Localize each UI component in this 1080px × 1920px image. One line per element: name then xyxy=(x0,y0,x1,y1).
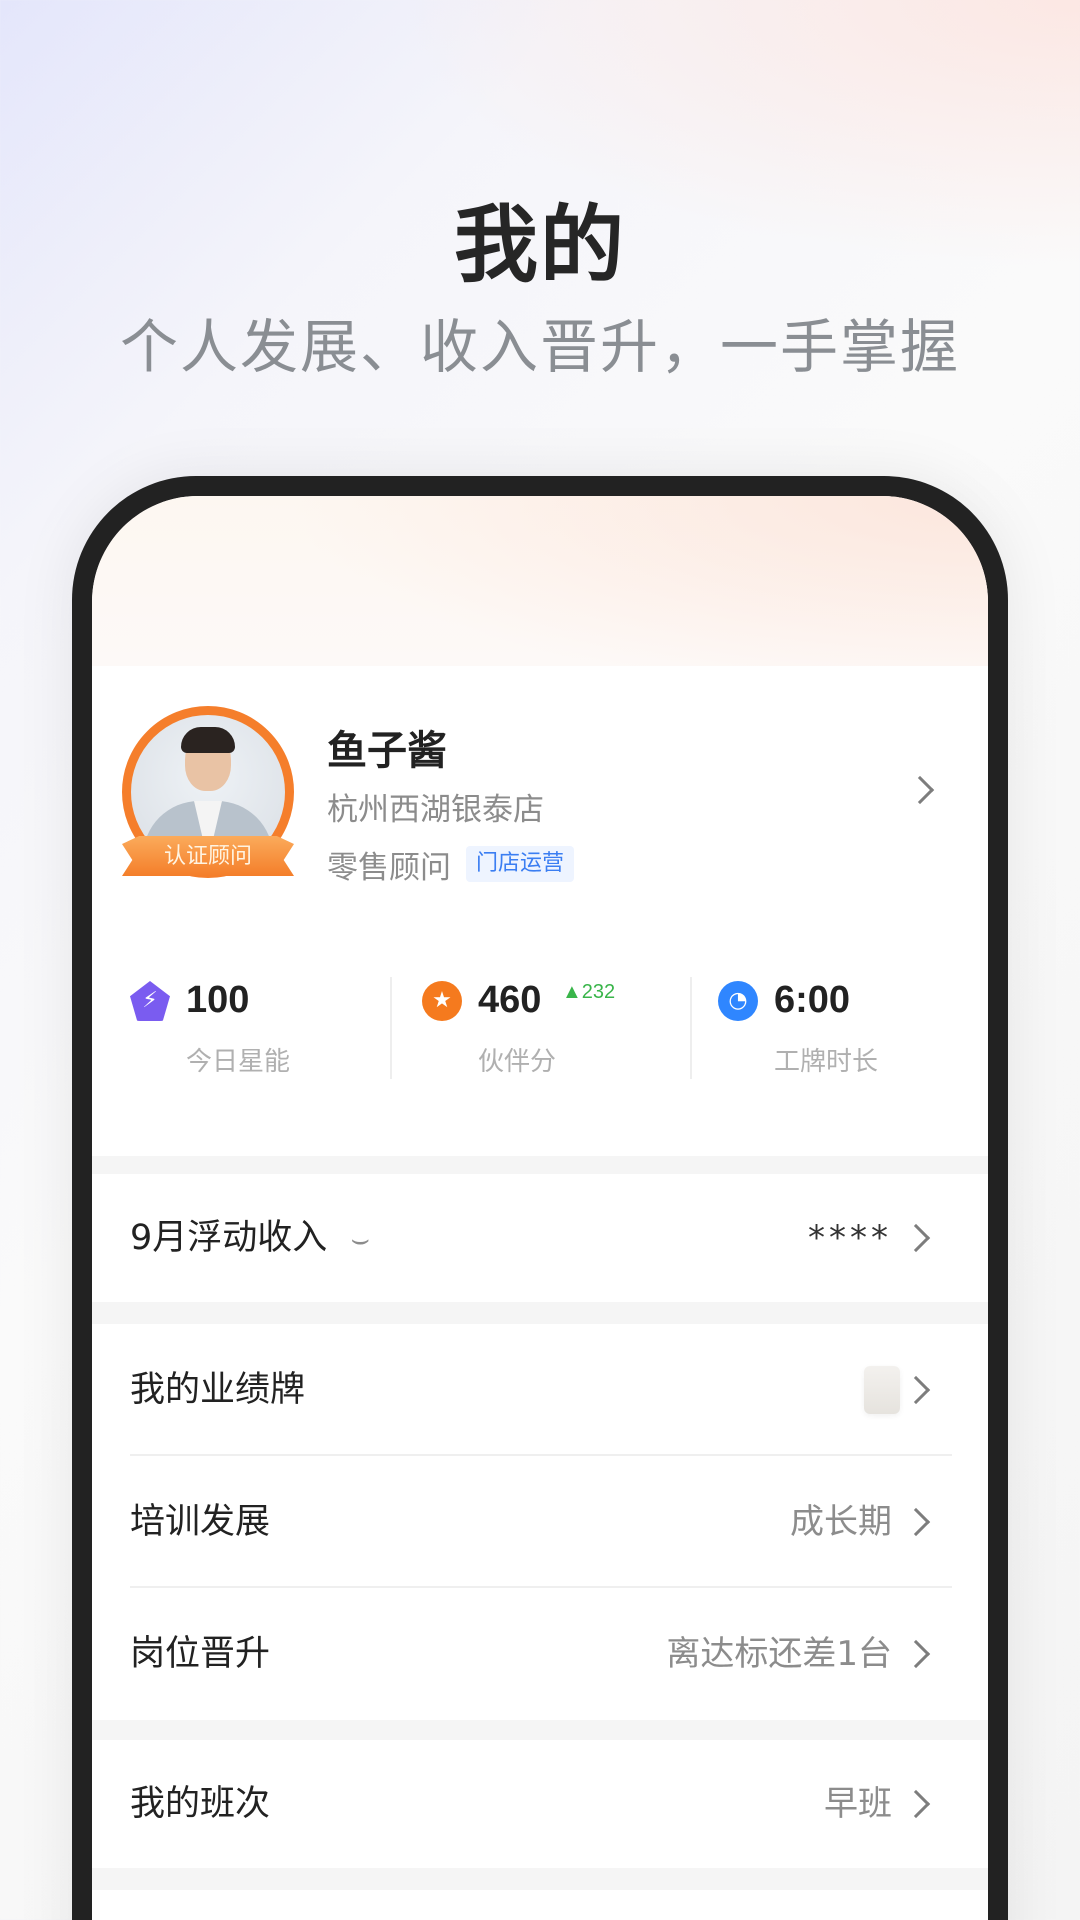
chevron-right-icon xyxy=(901,1507,931,1537)
role-badge: 门店运营 xyxy=(466,846,575,882)
phone-screen: 认证顾问 鱼子酱 杭州西湖银泰店 零售顾问 门店运营 ⚡ 100 今日星能 ★ … xyxy=(92,496,988,1920)
clock-icon: ◔ xyxy=(718,981,758,1021)
row-value: 成长期 xyxy=(790,1502,892,1542)
chevron-right-icon xyxy=(901,1789,931,1819)
user-name: 鱼子酱 xyxy=(327,728,447,774)
menu-row-promotion[interactable]: 岗位晋升 离达标还差1台 xyxy=(130,1588,952,1720)
row-label: 岗位晋升 xyxy=(130,1634,271,1674)
stat-value: 100 xyxy=(186,979,250,1021)
growth-section: 我的业绩牌 培训发展 成长期 岗位晋升 离达标还差1台 xyxy=(92,1324,988,1720)
stats-bar: ⚡ 100 今日星能 ★ 460 ▲232 伙伴分 ◔ 6:00 工牌时长 xyxy=(92,971,988,1081)
menu-row-shift[interactable]: 我的班次 早班 xyxy=(130,1738,952,1870)
income-value: **** xyxy=(808,1218,892,1258)
up-triangle-icon: ▲ xyxy=(562,981,582,1003)
stat-delta: ▲232 xyxy=(562,981,615,1004)
profile-chevron-right-icon[interactable] xyxy=(905,775,935,805)
star-badge-icon: ★ xyxy=(422,981,462,1021)
avatar[interactable]: 认证顾问 xyxy=(122,706,302,886)
profile-card[interactable]: 认证顾问 鱼子酱 杭州西湖银泰店 零售顾问 门店运营 ⚡ 100 今日星能 ★ … xyxy=(92,666,988,1156)
stat-value: 460 xyxy=(478,979,542,1021)
stat-star-energy[interactable]: ⚡ 100 今日星能 xyxy=(92,971,390,1081)
lightning-icon: ⚡ xyxy=(130,981,170,1021)
menu-row-training[interactable]: 培训发展 成长期 xyxy=(130,1456,952,1588)
performance-badge-thumbnail xyxy=(864,1366,900,1414)
stat-label: 今日星能 xyxy=(186,1047,291,1077)
income-section: 9月浮动收入 ⌣ **** xyxy=(92,1174,988,1302)
row-value: 离达标还差1台 xyxy=(666,1634,892,1674)
stat-label: 工牌时长 xyxy=(774,1047,879,1077)
row-label: 我的业绩牌 xyxy=(130,1370,306,1410)
chevron-right-icon xyxy=(901,1223,931,1253)
stat-delta-value: 232 xyxy=(581,981,616,1003)
stat-partner-score[interactable]: ★ 460 ▲232 伙伴分 xyxy=(392,971,690,1081)
stat-badge-duration[interactable]: ◔ 6:00 工牌时长 xyxy=(692,971,988,1081)
stat-value: 6:00 xyxy=(774,979,851,1021)
row-label: 培训发展 xyxy=(130,1502,271,1542)
income-label: 9月浮动收入 ⌣ xyxy=(130,1172,370,1306)
page-title: 我的 xyxy=(453,196,626,294)
chevron-right-icon xyxy=(901,1639,931,1669)
income-label-text: 9月浮动收入 xyxy=(130,1218,328,1258)
chevron-right-icon xyxy=(901,1375,931,1405)
user-role: 零售顾问 xyxy=(327,850,451,886)
next-section xyxy=(92,1890,988,1920)
user-store: 杭州西湖银泰店 xyxy=(327,792,544,828)
shift-section: 我的班次 早班 xyxy=(92,1740,988,1868)
eye-closed-icon[interactable]: ⌣ xyxy=(350,1222,370,1257)
certified-ribbon: 认证顾问 xyxy=(122,836,294,876)
row-label: 我的班次 xyxy=(130,1784,271,1824)
stat-label: 伙伴分 xyxy=(478,1047,557,1077)
page-subtitle: 个人发展、收入晋升，一手掌握 xyxy=(119,313,960,381)
row-value: 早班 xyxy=(824,1784,892,1824)
avatar-hair xyxy=(181,727,235,753)
income-row[interactable]: 9月浮动收入 ⌣ **** xyxy=(130,1172,952,1304)
menu-row-performance[interactable]: 我的业绩牌 xyxy=(130,1324,952,1456)
